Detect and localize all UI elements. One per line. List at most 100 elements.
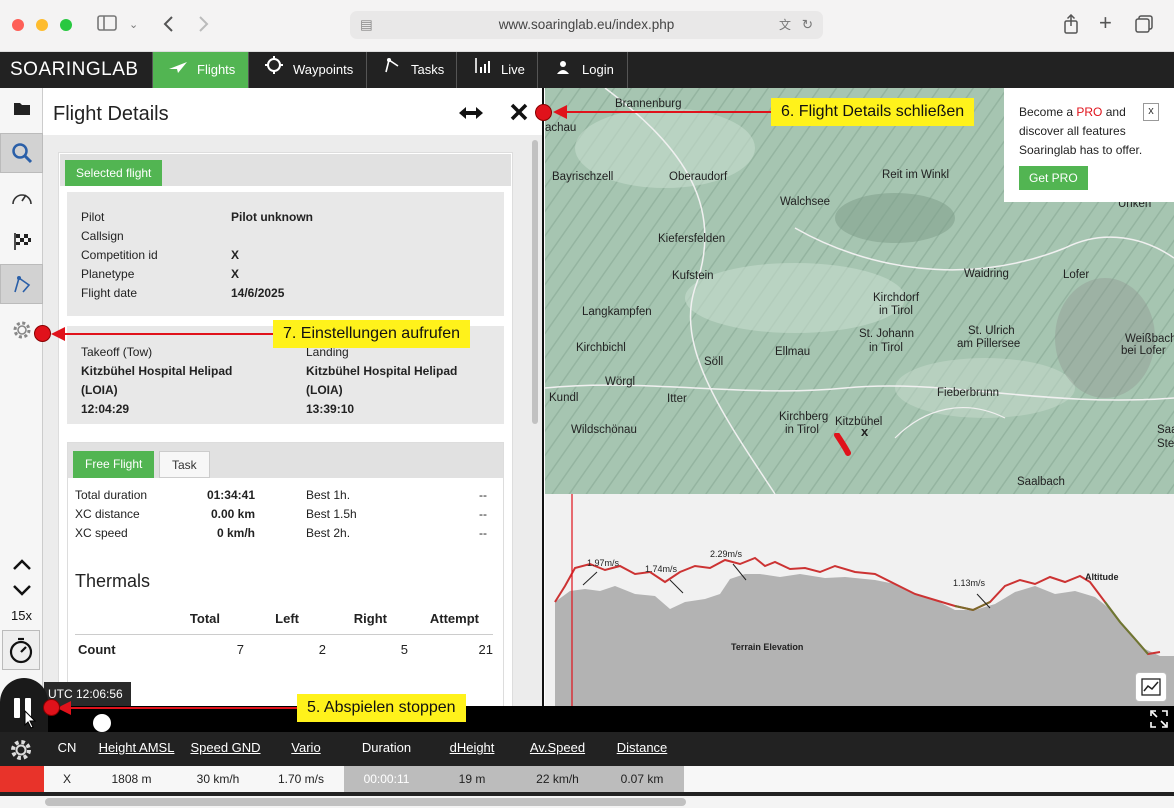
- col-header-dheight[interactable]: dHeight: [429, 732, 515, 764]
- close-window-button[interactable]: [12, 19, 24, 31]
- chevron-down-icon[interactable]: ⌄: [129, 14, 138, 36]
- url-bar[interactable]: ▤ www.soaringlab.eu/index.php 文 ↻: [350, 11, 823, 39]
- best-2h-value: --: [479, 526, 487, 540]
- gear-icon: [13, 321, 30, 339]
- takeoff-time: 12:04:29: [81, 402, 130, 416]
- horizontal-scroll-thumb[interactable]: [45, 798, 686, 806]
- get-pro-button[interactable]: Get PRO: [1019, 166, 1088, 190]
- brand-logo[interactable]: SOARINGLAB: [10, 59, 139, 81]
- thermals-count-attempt: 21: [478, 642, 493, 657]
- climb-label: 1.97m/s: [587, 558, 620, 568]
- sidebar-toggle-icon[interactable]: [97, 14, 117, 37]
- search-tool-button[interactable]: [0, 133, 43, 173]
- nav-waypoints[interactable]: Waypoints: [248, 52, 366, 88]
- thermals-count-label: Count: [78, 642, 116, 657]
- col-header-vario[interactable]: Vario: [268, 732, 344, 764]
- open-folder-button[interactable]: [0, 88, 43, 128]
- nav-live[interactable]: Live: [456, 52, 537, 88]
- chart-toggle-button[interactable]: [1135, 672, 1167, 702]
- cell-height: 1808 m: [111, 772, 152, 786]
- nav-login[interactable]: Login: [537, 52, 628, 88]
- zoom-window-button[interactable]: [60, 19, 72, 31]
- col-header-distance[interactable]: Distance: [600, 732, 684, 764]
- task-tool-button[interactable]: [0, 264, 43, 304]
- map-label: bei Lofer: [1121, 345, 1166, 357]
- map-label: Brannenburg: [615, 98, 682, 110]
- tab-overview-icon[interactable]: [1134, 14, 1154, 39]
- panel-scrollbar[interactable]: [532, 140, 538, 424]
- close-icon: [510, 103, 528, 121]
- timeline-slider-handle[interactable]: [93, 714, 111, 732]
- finish-flag-button[interactable]: [0, 221, 43, 261]
- map-label: Itter: [667, 393, 687, 405]
- share-icon[interactable]: [1063, 13, 1079, 39]
- col-header-speed[interactable]: Speed GND: [183, 732, 268, 764]
- back-icon[interactable]: [162, 14, 176, 39]
- cell-cn: X: [62, 772, 71, 786]
- free-flight-tab[interactable]: Free Flight: [73, 451, 155, 478]
- map-label: Kufstein: [672, 270, 714, 282]
- total-duration-label: Total duration: [75, 488, 148, 502]
- gear-icon: [11, 740, 31, 760]
- callout-7: 7. Einstellungen aufrufen: [273, 320, 471, 348]
- speed-down-button[interactable]: [0, 578, 43, 602]
- checkered-flag-icon: [13, 233, 31, 250]
- new-tab-icon[interactable]: +: [1099, 12, 1112, 34]
- cell-distance: 0.07 km: [620, 772, 664, 786]
- callout-5-marker: [43, 699, 60, 716]
- thermals-header-right: Right: [353, 611, 387, 626]
- elevation-profile[interactable]: 1.97m/s 1.74m/s 2.29m/s 1.13m/s Altitude…: [545, 494, 1174, 706]
- col-header-height[interactable]: Height AMSL: [90, 732, 183, 764]
- folder-icon: [13, 103, 30, 115]
- airfield-marker[interactable]: x: [861, 424, 868, 439]
- nav-waypoints-label: Waypoints: [293, 62, 354, 77]
- callout-7-marker: [34, 325, 51, 342]
- resize-panel-button[interactable]: [458, 105, 484, 126]
- task-tab[interactable]: Task: [159, 451, 210, 478]
- takeoff-label: Takeoff (Tow): [81, 345, 153, 359]
- map-label: Wörgl: [605, 376, 636, 388]
- speedometer-button[interactable]: [0, 178, 43, 218]
- map-label: Bayrischzell: [552, 171, 614, 183]
- nav-flights-label: Flights: [197, 62, 236, 77]
- map-label: Kirchberg: [779, 411, 829, 423]
- flight-details-panel: Flight Details Selected flight Pilot Pil…: [43, 88, 544, 706]
- thermals-count-left: 2: [318, 642, 326, 657]
- callout-6-marker: [535, 104, 552, 121]
- map-label: in Tirol: [879, 305, 913, 317]
- callout-7-arrow: [54, 333, 273, 335]
- nav-tasks[interactable]: Tasks: [366, 52, 456, 88]
- nav-flights[interactable]: Flights: [152, 52, 248, 88]
- reload-icon[interactable]: ↻: [802, 11, 813, 39]
- col-header-avspeed[interactable]: Av.Speed: [515, 732, 600, 764]
- planetype-value: X: [231, 267, 240, 281]
- forward-icon[interactable]: [196, 14, 210, 39]
- cell-speed: 30 km/h: [196, 772, 240, 786]
- callout-6: 6. Flight Details schließen: [771, 98, 975, 126]
- translate-icon[interactable]: 文: [779, 11, 791, 39]
- map-label: Fieberbrunn: [937, 387, 1000, 399]
- col-header-duration: Duration: [361, 740, 412, 755]
- elevation-chart: [554, 494, 1174, 706]
- map-label: Kiefersfelden: [658, 233, 726, 245]
- cell-dheight: 19 m: [458, 772, 486, 786]
- task-route-icon: [381, 52, 403, 88]
- close-panel-button[interactable]: [510, 103, 528, 126]
- climb-label: 1.13m/s: [953, 578, 986, 588]
- cell-duration: 00:00:11: [363, 772, 410, 786]
- stopwatch-button[interactable]: [2, 630, 40, 670]
- page-settings-icon[interactable]: ▤: [360, 11, 373, 39]
- table-settings-button[interactable]: [8, 738, 34, 767]
- map-view[interactable]: Brannenburg achau Bayrischzell Oberaudor…: [545, 88, 1174, 494]
- speed-up-button[interactable]: [0, 553, 43, 577]
- nav-live-label: Live: [501, 62, 525, 77]
- map-label: achau: [545, 122, 577, 134]
- best-1h-label: Best 1h.: [306, 488, 351, 502]
- flight-date-value: 14/6/2025: [231, 286, 285, 300]
- thermals-header-left: Left: [275, 611, 299, 626]
- selected-flight-tab[interactable]: Selected flight: [65, 160, 163, 186]
- fullscreen-button[interactable]: [1146, 706, 1172, 732]
- minimize-window-button[interactable]: [36, 19, 48, 31]
- promo-close-button[interactable]: x: [1143, 103, 1159, 121]
- glider-track[interactable]: [833, 433, 853, 457]
